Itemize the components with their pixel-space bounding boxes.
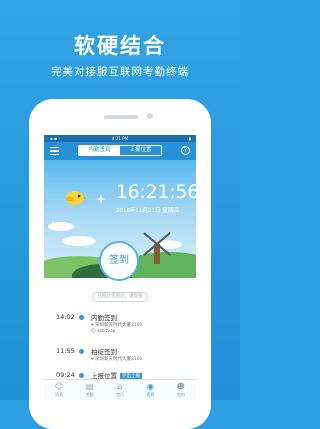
tab-label: 我的 — [176, 392, 185, 397]
tab-label: 考勤 — [85, 392, 94, 397]
record-time: 09:24 — [56, 371, 75, 379]
tab-attendance[interactable]: ▤ 考勤 — [74, 380, 104, 400]
location-hint: 已抵达签到点，请签到 — [92, 292, 148, 302]
record-time: 14:02 — [56, 313, 75, 321]
person-icon: ☻ — [176, 382, 185, 391]
sparkle-icon — [96, 194, 106, 204]
phone-camera — [147, 113, 153, 119]
tab-label: 消息 — [55, 392, 64, 397]
location-icon: ◉ — [146, 382, 154, 391]
record-user: szcityay — [97, 329, 116, 334]
tab-profile[interactable]: ☻ 我的 — [166, 380, 196, 400]
tab-home[interactable]: ⌂ 首页 — [105, 380, 135, 400]
cloud-icon — [62, 236, 96, 246]
sign-in-button[interactable]: 签到 — [99, 241, 139, 281]
record-address: 深圳新天时代大厦3101 — [94, 323, 143, 328]
record-type: 内勤签到 — [91, 314, 117, 322]
app-screen: ▪ ▪ ◦ 4:21 PM ▮ 内勤签到 上报位置 ? 16:21:56 201… — [44, 135, 196, 400]
tab-signin[interactable]: ◉ 签到 — [135, 380, 165, 400]
message-icon: ☺ — [55, 382, 64, 391]
sparkle-icon — [48, 220, 58, 230]
tab-field-signin[interactable]: 内勤签到 — [79, 146, 120, 155]
page-title: 软硬结合 — [74, 34, 166, 58]
bird-icon — [66, 191, 86, 205]
segmented-tabs: 内勤签到 上报位置 — [78, 145, 162, 156]
record-time: 11:55 — [56, 347, 75, 355]
status-bar: ▪ ▪ ◦ 4:21 PM ▮ — [44, 135, 196, 142]
battery-icon: ▮ — [188, 136, 191, 141]
status-time: 4:21 PM — [111, 136, 129, 141]
current-time: 16:21:56 — [116, 182, 196, 203]
tab-label: 签到 — [146, 392, 155, 397]
tab-report-location[interactable]: 上报位置 — [120, 146, 161, 155]
record-address: 深圳新天时代大厦3101 — [94, 357, 143, 362]
timeline-dot — [79, 315, 84, 320]
bottom-tab-bar: ☺ 消息 ▤ 考勤 ⌂ 首页 ◉ 签到 ☻ 我的 — [44, 379, 196, 400]
phone-speaker — [104, 115, 138, 119]
menu-list-icon[interactable] — [50, 147, 59, 155]
help-icon[interactable]: ? — [181, 146, 190, 155]
current-date: 2016年11月21日 星期四 — [116, 208, 179, 214]
page-subtitle: 完美对接服互联网考勤终端 — [51, 66, 189, 78]
tab-label: 首页 — [116, 392, 125, 397]
attendance-icon: ▤ — [85, 382, 94, 391]
timeline-dot — [79, 373, 84, 378]
record-type: 拍绽签到 — [91, 348, 117, 356]
windmill-icon — [143, 232, 171, 264]
tab-messages[interactable]: ☺ 消息 — [44, 380, 74, 400]
timeline-dot — [79, 349, 84, 354]
app-bar: 内勤签到 上报位置 ? — [44, 142, 196, 160]
home-icon: ⌂ — [117, 382, 123, 391]
